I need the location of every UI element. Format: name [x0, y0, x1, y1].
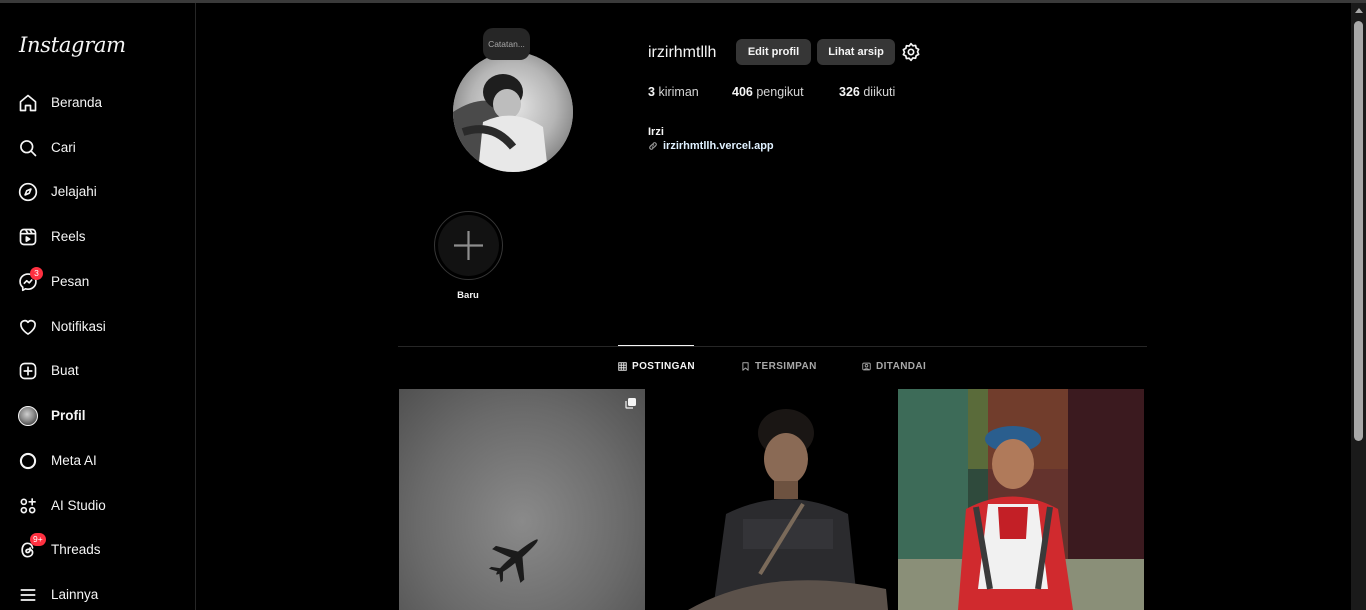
search-icon [18, 138, 38, 158]
sidebar-item-buat[interactable]: Buat [8, 351, 186, 391]
plus-square-icon [18, 361, 38, 381]
tagged-icon [862, 362, 871, 371]
bookmark-icon [742, 362, 749, 371]
tabs-divider [398, 346, 1147, 347]
scrollbar-thumb[interactable] [1354, 21, 1363, 441]
sidebar-item-ai-studio[interactable]: AI Studio [8, 486, 186, 526]
menu-icon [18, 585, 38, 605]
new-highlight-button[interactable] [434, 211, 503, 280]
sidebar-item-label: Cari [51, 140, 76, 155]
active-tab-indicator [618, 345, 694, 346]
tab-tagged[interactable]: DITANDAI [862, 361, 926, 372]
profile-link-text[interactable]: irzirhmtllh.vercel.app [663, 140, 774, 152]
edit-profile-button[interactable]: Edit profil [736, 39, 811, 65]
post-airplane[interactable] [399, 389, 645, 610]
post-portrait-red-jacket[interactable] [898, 389, 1144, 610]
sidebar-item-beranda[interactable]: Beranda [8, 83, 186, 123]
sidebar-item-profil[interactable]: Profil [8, 396, 186, 436]
profile-username: irzirhmtllh [648, 44, 717, 61]
sidebar-item-cari[interactable]: Cari [8, 128, 186, 168]
sidebar-item-jelajahi[interactable]: Jelajahi [8, 172, 186, 212]
note-bubble[interactable]: Catatan... [483, 28, 530, 60]
followers-stat[interactable]: 406 pengikut [732, 85, 804, 99]
sidebar-item-reels[interactable]: Reels [8, 217, 186, 257]
heart-icon [18, 317, 38, 337]
meta-ai-ring-icon [18, 451, 38, 471]
instagram-logo[interactable]: Instagram [19, 33, 126, 57]
profile-full-name: Irzi [648, 126, 664, 138]
plus-icon [454, 231, 483, 260]
sidebar-item-lainnya[interactable]: Lainnya [8, 575, 186, 610]
profile-link[interactable]: irzirhmtllh.vercel.app [648, 140, 774, 152]
sidebar-item-pesan[interactable]: 3 Pesan [8, 262, 186, 302]
grid-icon [618, 362, 627, 371]
home-icon [18, 93, 38, 113]
tab-label: POSTINGAN [632, 361, 696, 372]
window-top-border [0, 0, 1366, 3]
page-scrollbar[interactable] [1351, 3, 1366, 610]
sidebar-item-threads[interactable]: 9+ Threads [8, 530, 186, 570]
sidebar-item-label: Buat [51, 363, 79, 378]
sidebar: Instagram Beranda Cari Jelajahi Reels 3 … [0, 3, 196, 610]
sidebar-item-label: Profil [51, 408, 86, 423]
following-stat[interactable]: 326 diikuti [839, 85, 895, 99]
avatar [18, 406, 38, 426]
sidebar-item-notifikasi[interactable]: Notifikasi [8, 307, 186, 347]
scroll-up-arrow-icon[interactable] [1355, 8, 1363, 13]
sidebar-item-label: Beranda [51, 95, 103, 110]
ai-studio-icon [18, 496, 38, 516]
sidebar-item-label: AI Studio [51, 498, 106, 513]
posts-stat: 3 kiriman [648, 85, 699, 99]
sidebar-item-label: Meta AI [51, 453, 97, 468]
threads-badge: 9+ [30, 533, 46, 546]
link-icon [649, 142, 657, 150]
view-archive-button[interactable]: Lihat arsip [817, 39, 895, 65]
tab-label: DITANDAI [876, 361, 927, 372]
new-highlight-label: Baru [457, 290, 479, 301]
tab-label: TERSIMPAN [755, 361, 817, 372]
compass-icon [18, 182, 38, 202]
sidebar-item-meta-ai[interactable]: Meta AI [8, 441, 186, 481]
sidebar-item-label: Lainnya [51, 587, 99, 602]
tab-posts[interactable]: POSTINGAN [618, 361, 695, 372]
sidebar-item-label: Reels [51, 229, 86, 244]
reels-icon [18, 227, 38, 247]
settings-gear-icon[interactable] [901, 42, 921, 62]
sidebar-item-label: Threads [51, 542, 101, 557]
post-portrait-dark[interactable] [648, 389, 894, 610]
sidebar-item-label: Pesan [51, 274, 90, 289]
sidebar-item-label: Jelajahi [51, 184, 97, 199]
profile-picture[interactable] [453, 52, 573, 172]
tab-saved[interactable]: TERSIMPAN [741, 361, 817, 372]
unread-badge: 3 [30, 267, 43, 280]
sidebar-item-label: Notifikasi [51, 319, 106, 334]
